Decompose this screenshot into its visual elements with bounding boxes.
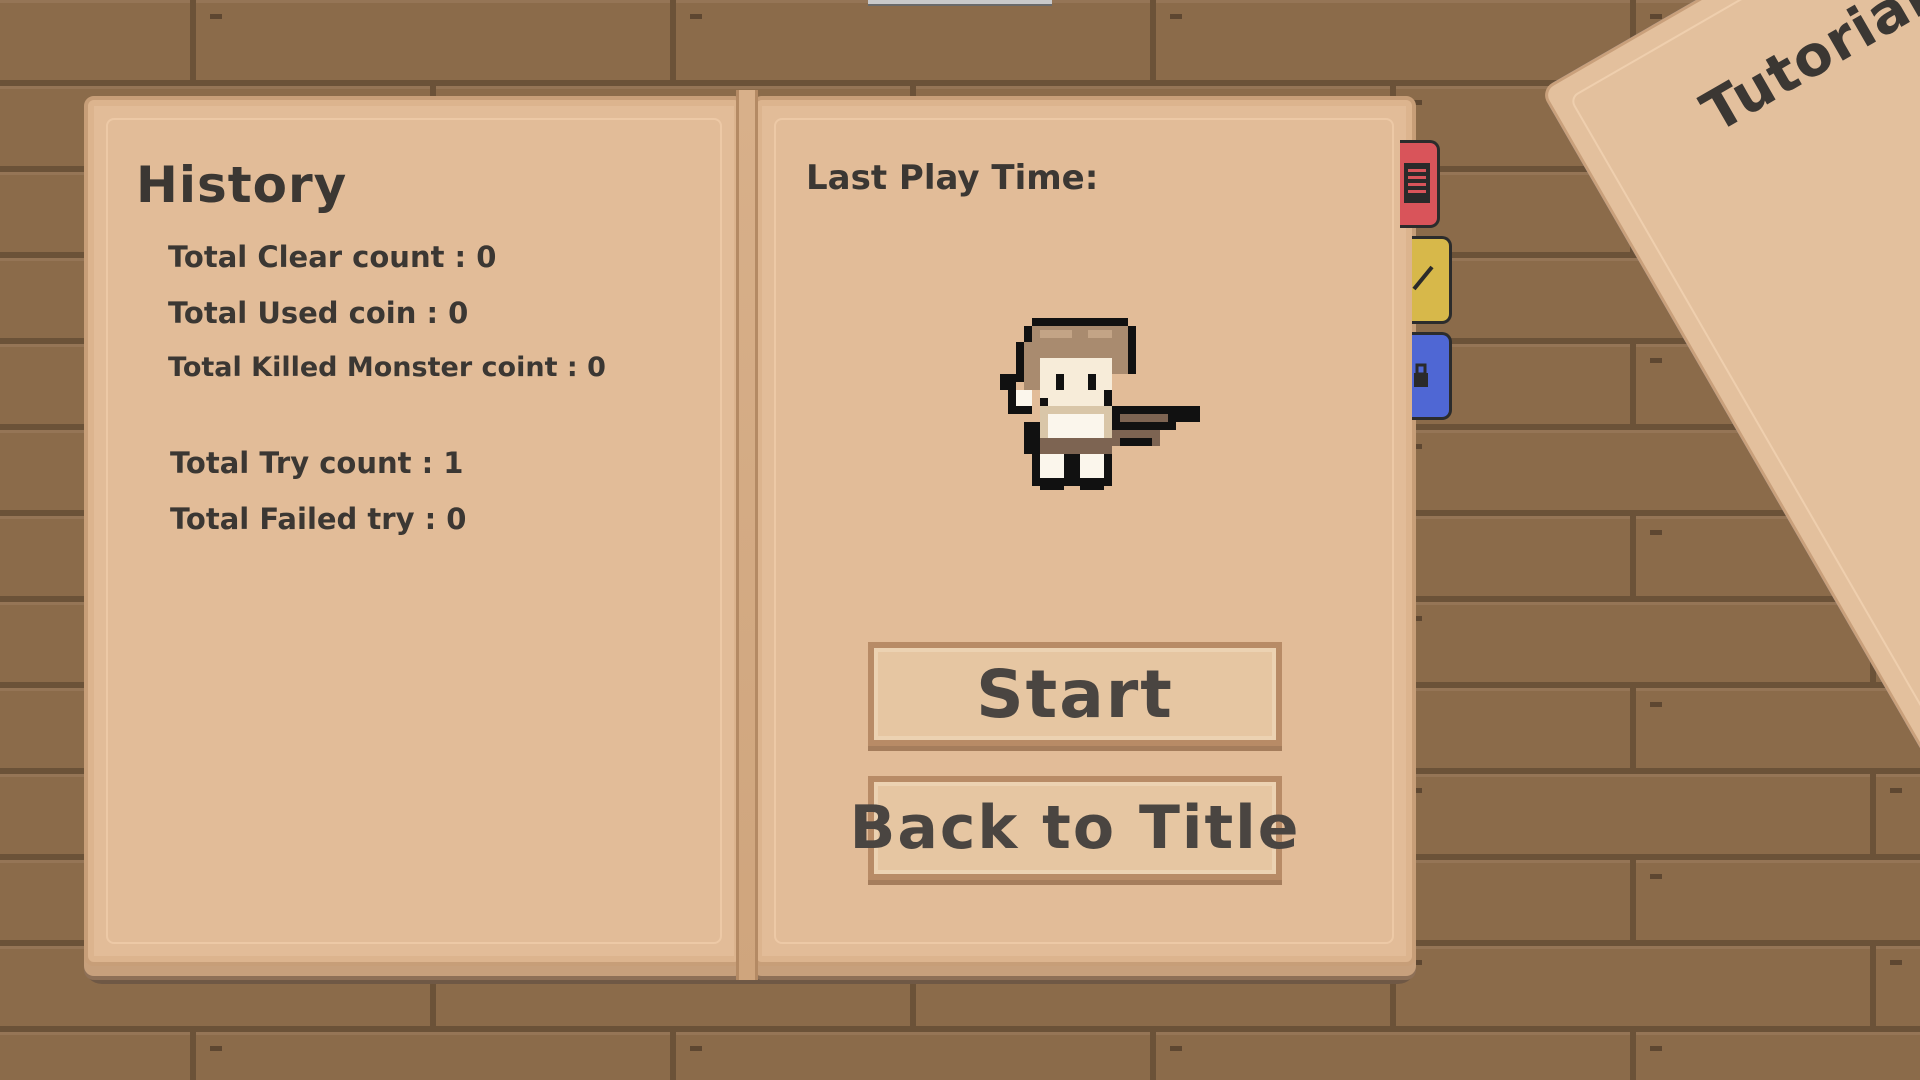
game-screen: History Total Clear count : 0 Total Used… [0, 0, 1920, 1080]
history-title: History [136, 156, 348, 214]
last-play-time-label: Last Play Time: [806, 158, 1099, 198]
back-to-title-button-label: Back to Title [849, 793, 1301, 863]
back-to-title-button[interactable]: Back to Title [850, 776, 1298, 880]
book-spine [736, 90, 758, 980]
stat-total-used-coin: Total Used coin : 0 [168, 296, 469, 330]
document-icon [1404, 163, 1430, 203]
start-button[interactable]: Start [868, 642, 1282, 746]
character-sprite [1000, 318, 1200, 490]
top-indicator [868, 0, 1052, 6]
history-page: History Total Clear count : 0 Total Used… [84, 96, 744, 966]
tab-history[interactable] [1400, 140, 1440, 228]
stat-total-killed-monster: Total Killed Monster coint : 0 [168, 352, 606, 383]
tab-notes[interactable] [1412, 236, 1452, 324]
tab-locked[interactable] [1412, 332, 1452, 420]
stat-total-try-count: Total Try count : 1 [170, 446, 464, 480]
stat-total-failed-try: Total Failed try : 0 [170, 502, 467, 536]
stat-total-clear-count: Total Clear count : 0 [168, 240, 497, 274]
start-button-label: Start [976, 655, 1174, 733]
pencil-icon [1412, 265, 1434, 291]
lock-icon [1414, 363, 1428, 387]
